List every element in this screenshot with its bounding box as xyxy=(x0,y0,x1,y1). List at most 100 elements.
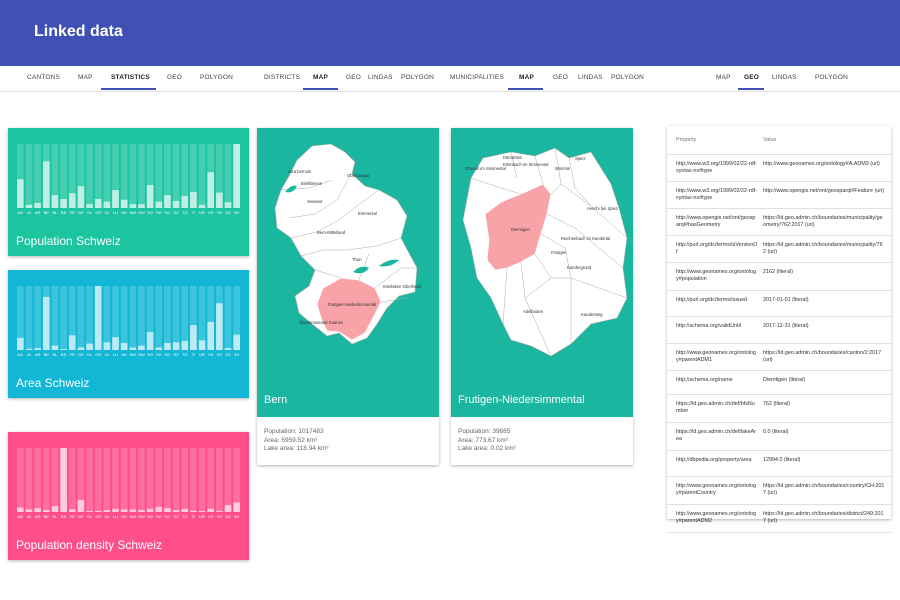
bar-ag[interactable] xyxy=(17,179,24,208)
bar-vd[interactable] xyxy=(207,508,215,512)
bar-be[interactable] xyxy=(42,296,50,350)
bar-gl[interactable] xyxy=(86,204,93,208)
bar-ai[interactable] xyxy=(25,204,33,208)
bar-gr[interactable] xyxy=(94,286,102,350)
bar-ne[interactable] xyxy=(120,509,128,512)
bar-ur[interactable] xyxy=(198,511,206,512)
bar-ge[interactable] xyxy=(77,186,85,208)
tab-geo-lindas[interactable]: LINDAS xyxy=(772,74,797,81)
tab-districts-lindas[interactable]: LINDAS xyxy=(368,74,393,81)
bar-nw[interactable] xyxy=(129,347,137,350)
bar-sg[interactable] xyxy=(146,184,154,208)
tab-cantons-geo[interactable]: GEO xyxy=(167,74,182,81)
bar-ai[interactable] xyxy=(25,348,33,350)
tab-districts-map[interactable]: MAP xyxy=(313,74,328,81)
bar-gl[interactable] xyxy=(86,511,93,512)
tab-districts-polygon[interactable]: POLYGON xyxy=(401,74,434,81)
tab-cantons-polygon[interactable]: POLYGON xyxy=(200,74,233,81)
bar-gl[interactable] xyxy=(86,343,93,350)
bar-zh[interactable] xyxy=(233,334,240,350)
bar-zg[interactable] xyxy=(224,202,232,208)
bar-ow[interactable] xyxy=(138,510,145,512)
tab-municipalities-lindas[interactable]: LINDAS xyxy=(578,74,603,81)
tab-geo-geo[interactable]: GEO xyxy=(744,74,759,81)
bar-zg[interactable] xyxy=(224,504,232,512)
bar-sh[interactable] xyxy=(155,506,163,512)
bar-be[interactable] xyxy=(42,161,50,208)
tab-districts[interactable]: DISTRICTS xyxy=(264,74,300,81)
bar-ow[interactable] xyxy=(138,345,145,350)
bar-vs[interactable] xyxy=(216,511,223,512)
bar-sh[interactable] xyxy=(155,201,163,208)
bar-ju[interactable] xyxy=(103,201,111,208)
bar-so[interactable] xyxy=(164,195,171,208)
bar-zh[interactable] xyxy=(233,502,240,512)
bar-ti[interactable] xyxy=(190,325,197,350)
bar-lu[interactable] xyxy=(112,337,119,350)
bar-ur[interactable] xyxy=(198,204,206,208)
bar-gr[interactable] xyxy=(94,511,102,512)
tab-municipalities-map[interactable]: MAP xyxy=(519,74,534,81)
bar-nw[interactable] xyxy=(129,204,137,208)
bar-tg[interactable] xyxy=(181,195,189,208)
bar-ar[interactable] xyxy=(34,508,41,512)
bar-sh[interactable] xyxy=(155,347,163,350)
tab-districts-geo[interactable]: GEO xyxy=(346,74,361,81)
bar-ow[interactable] xyxy=(138,204,145,208)
bar-ai[interactable] xyxy=(25,509,33,512)
bar-ar[interactable] xyxy=(34,202,41,208)
bar-ti[interactable] xyxy=(190,192,197,208)
bar-bl[interactable] xyxy=(51,506,59,512)
bar-tg[interactable] xyxy=(181,341,189,350)
bar-vd[interactable] xyxy=(207,321,215,350)
bar-ne[interactable] xyxy=(120,199,128,208)
tab-municipalities-polygon[interactable]: POLYGON xyxy=(611,74,644,81)
bar-sg[interactable] xyxy=(146,508,154,512)
bar-so[interactable] xyxy=(164,508,171,512)
bar-fr[interactable] xyxy=(68,509,76,512)
bar-ju[interactable] xyxy=(103,510,111,512)
bar-vs[interactable] xyxy=(216,303,223,350)
tab-municipalities-geo[interactable]: GEO xyxy=(553,74,568,81)
tab-geo-polygon[interactable]: POLYGON xyxy=(815,74,848,81)
bar-bs[interactable] xyxy=(60,199,67,208)
tab-cantons[interactable]: CANTONS xyxy=(27,74,60,81)
bar-zg[interactable] xyxy=(224,348,232,350)
bar-bs[interactable] xyxy=(60,448,67,512)
bar-tg[interactable] xyxy=(181,508,189,512)
bar-so[interactable] xyxy=(164,342,171,350)
bar-lu[interactable] xyxy=(112,508,119,512)
bar-bl[interactable] xyxy=(51,345,59,350)
bar-bs[interactable] xyxy=(60,349,67,350)
bar-ti[interactable] xyxy=(190,510,197,512)
bar-sz[interactable] xyxy=(172,200,180,208)
frutigen-map[interactable]: Oberwil im Simmental Därstetten Erlenbac… xyxy=(451,128,633,388)
bar-lu[interactable] xyxy=(112,190,119,208)
bar-ju[interactable] xyxy=(103,342,111,350)
bar-nw[interactable] xyxy=(129,509,137,512)
bar-sz[interactable] xyxy=(172,510,180,512)
tab-cantons-map[interactable]: MAP xyxy=(78,74,93,81)
bar-sz[interactable] xyxy=(172,342,180,350)
bar-fr[interactable] xyxy=(68,193,76,208)
bar-ag[interactable] xyxy=(17,337,24,350)
tab-municipalities[interactable]: MUNICIPALITIES xyxy=(450,74,504,81)
table-row: http://www.w3.org/1999/02/22-rdf-syntax-… xyxy=(667,154,891,182)
bar-sg[interactable] xyxy=(146,332,154,350)
bar-ar[interactable] xyxy=(34,348,41,350)
bar-vs[interactable] xyxy=(216,192,223,208)
tab-cantons-statistics[interactable]: STATISTICS xyxy=(111,74,150,81)
bar-vd[interactable] xyxy=(207,172,215,208)
bar-gr[interactable] xyxy=(94,199,102,208)
bar-ag[interactable] xyxy=(17,507,24,512)
bar-fr[interactable] xyxy=(68,335,76,350)
bar-bl[interactable] xyxy=(51,195,59,208)
bar-zh[interactable] xyxy=(233,144,240,208)
tab-geo-map[interactable]: MAP xyxy=(716,74,731,81)
bar-ne[interactable] xyxy=(120,342,128,350)
bern-map[interactable]: Jura bernois Biel/Bienne Seeland Bern-Mi… xyxy=(257,128,439,388)
bar-ge[interactable] xyxy=(77,347,85,350)
bar-be[interactable] xyxy=(42,510,50,512)
bar-ge[interactable] xyxy=(77,499,85,512)
bar-ur[interactable] xyxy=(198,340,206,350)
